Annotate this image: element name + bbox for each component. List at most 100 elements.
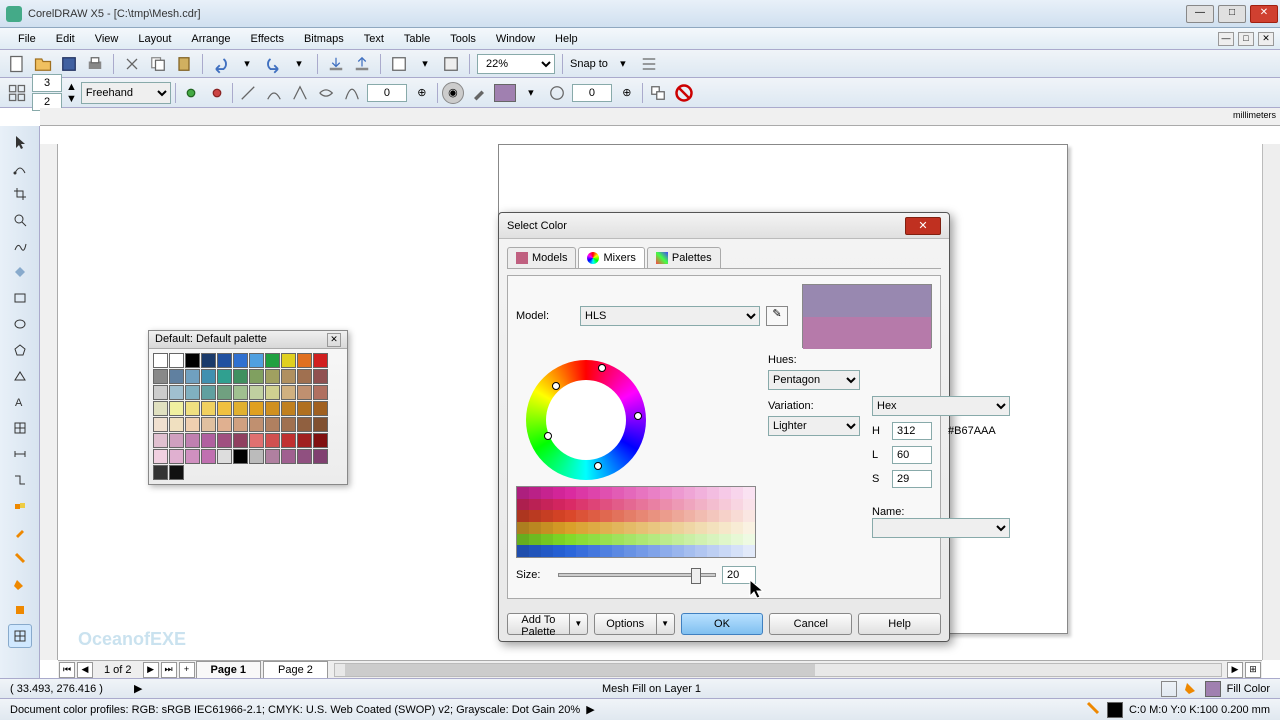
print-button[interactable] xyxy=(84,53,106,75)
paste-button[interactable] xyxy=(173,53,195,75)
palette-swatch[interactable] xyxy=(281,369,296,384)
palette-swatch[interactable] xyxy=(233,417,248,432)
l-input[interactable] xyxy=(892,446,932,464)
doc-minimize-button[interactable]: — xyxy=(1218,32,1234,46)
freehand-select[interactable]: Freehand xyxy=(81,82,171,104)
next-page-button[interactable]: ▶ xyxy=(143,662,159,678)
export-button[interactable] xyxy=(351,53,373,75)
close-button[interactable]: ✕ xyxy=(1250,5,1278,23)
profiles-dropdown[interactable]: ▶ xyxy=(586,703,594,716)
fill-tool[interactable] xyxy=(8,572,32,596)
pick-tool[interactable] xyxy=(8,130,32,154)
line-tool-button[interactable] xyxy=(237,82,259,104)
options-button[interactable]: Options xyxy=(594,613,657,635)
palette-swatch[interactable] xyxy=(297,401,312,416)
palette-swatch[interactable] xyxy=(265,449,280,464)
ellipse-tool[interactable] xyxy=(8,312,32,336)
first-page-button[interactable]: ⏮ xyxy=(59,662,75,678)
smoothing-input[interactable] xyxy=(367,84,407,102)
palette-swatch[interactable] xyxy=(169,353,184,368)
menu-arrange[interactable]: Arrange xyxy=(181,30,240,48)
palette-swatch[interactable] xyxy=(201,353,216,368)
palette-swatch[interactable] xyxy=(313,401,328,416)
palette-swatch[interactable] xyxy=(185,417,200,432)
palette-window[interactable]: Default: Default palette ✕ xyxy=(148,330,348,485)
smoothing-stepper[interactable]: ⊕ xyxy=(411,82,433,104)
palette-swatch[interactable] xyxy=(265,385,280,400)
copy-fill-button[interactable]: ◉ xyxy=(442,82,464,104)
text-tool[interactable]: A xyxy=(8,390,32,414)
polygon-tool[interactable] xyxy=(8,338,32,362)
model-select[interactable]: HLS xyxy=(580,306,760,326)
palette-swatch[interactable] xyxy=(185,449,200,464)
palette-swatch[interactable] xyxy=(313,353,328,368)
palette-swatch[interactable] xyxy=(169,433,184,448)
palette-swatch[interactable] xyxy=(297,417,312,432)
dialog-close-button[interactable]: ✕ xyxy=(905,217,941,235)
palette-swatch[interactable] xyxy=(297,385,312,400)
palette-swatch[interactable] xyxy=(153,417,168,432)
palette-swatch[interactable] xyxy=(265,353,280,368)
palette-swatch[interactable] xyxy=(249,417,264,432)
palette-swatch[interactable] xyxy=(281,449,296,464)
palette-swatch[interactable] xyxy=(313,385,328,400)
prev-page-button[interactable]: ◀ xyxy=(77,662,93,678)
palette-swatch[interactable] xyxy=(265,433,280,448)
connector-tool[interactable] xyxy=(8,468,32,492)
grid-cols-input[interactable] xyxy=(32,74,62,92)
eyedropper-dialog-button[interactable]: ✎ xyxy=(766,306,788,326)
last-page-button[interactable]: ⏭ xyxy=(161,662,177,678)
palette-swatch[interactable] xyxy=(249,433,264,448)
doc-restore-button[interactable]: □ xyxy=(1238,32,1254,46)
freehand-tool[interactable] xyxy=(8,234,32,258)
palette-swatch[interactable] xyxy=(313,449,328,464)
palette-swatch[interactable] xyxy=(281,385,296,400)
palette-swatch[interactable] xyxy=(201,449,216,464)
menu-layout[interactable]: Layout xyxy=(128,30,181,48)
h-input[interactable] xyxy=(892,422,932,440)
tab-mixers[interactable]: Mixers xyxy=(578,247,644,268)
save-button[interactable] xyxy=(58,53,80,75)
app-launcher-button[interactable] xyxy=(440,53,462,75)
eyedropper-tool[interactable] xyxy=(8,520,32,544)
menu-edit[interactable]: Edit xyxy=(46,30,85,48)
hex-mode-select[interactable]: Hex xyxy=(872,396,1010,416)
palette-swatch[interactable] xyxy=(169,369,184,384)
palette-swatch[interactable] xyxy=(249,369,264,384)
hues-select[interactable]: Pentagon xyxy=(768,370,860,390)
palette-swatch[interactable] xyxy=(217,449,232,464)
coord-dropdown[interactable]: ▶ xyxy=(134,682,142,695)
palette-swatch[interactable] xyxy=(313,433,328,448)
transparency-input[interactable] xyxy=(572,84,612,102)
palette-close-button[interactable]: ✕ xyxy=(327,333,341,347)
scroll-right-button[interactable]: ▶ xyxy=(1227,662,1243,678)
smooth-button[interactable] xyxy=(315,82,337,104)
maximize-button[interactable]: □ xyxy=(1218,5,1246,23)
cut-button[interactable] xyxy=(121,53,143,75)
name-select[interactable] xyxy=(872,518,1010,538)
palette-swatch[interactable] xyxy=(169,417,184,432)
menu-window[interactable]: Window xyxy=(486,30,545,48)
palette-swatch[interactable] xyxy=(201,401,216,416)
smart-fill-tool[interactable] xyxy=(8,260,32,284)
palette-swatch[interactable] xyxy=(185,369,200,384)
dimension-tool[interactable] xyxy=(8,442,32,466)
options-dropdown[interactable]: ▼ xyxy=(657,613,675,635)
minimize-button[interactable]: — xyxy=(1186,5,1214,23)
redo-button[interactable] xyxy=(262,53,284,75)
transparency-stepper[interactable]: ⊕ xyxy=(616,82,638,104)
new-button[interactable] xyxy=(6,53,28,75)
palette-swatch[interactable] xyxy=(153,433,168,448)
color-wheel[interactable] xyxy=(526,360,646,480)
palette-swatch[interactable] xyxy=(249,353,264,368)
menu-view[interactable]: View xyxy=(85,30,129,48)
zoom-tool[interactable] xyxy=(8,208,32,232)
crop-tool[interactable] xyxy=(8,182,32,206)
doc-close-button[interactable]: ✕ xyxy=(1258,32,1274,46)
palette-swatch[interactable] xyxy=(217,401,232,416)
horizontal-scrollbar[interactable] xyxy=(334,663,1222,677)
size-input[interactable] xyxy=(722,566,756,584)
eyedropper-button[interactable] xyxy=(468,82,490,104)
cancel-button[interactable]: Cancel xyxy=(769,613,852,635)
color-proof-icon[interactable] xyxy=(1161,681,1177,697)
